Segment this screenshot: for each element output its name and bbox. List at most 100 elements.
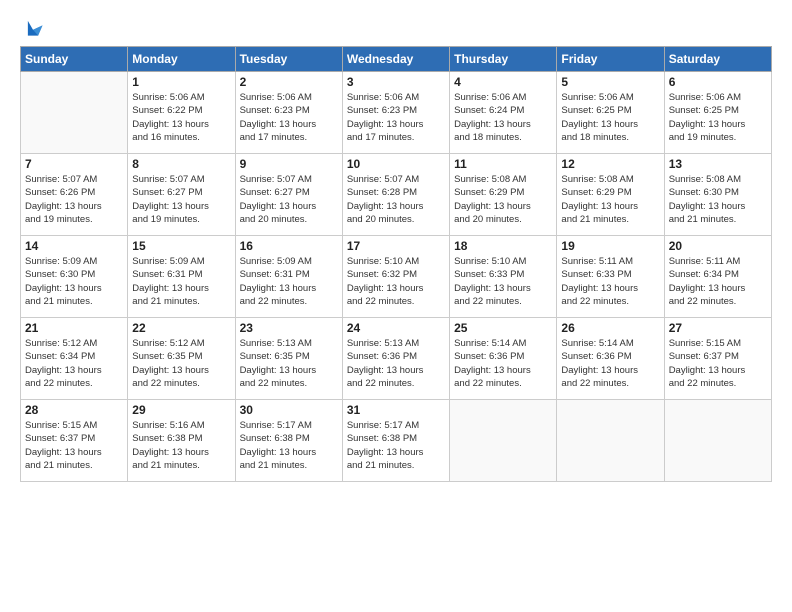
calendar-cell: [557, 400, 664, 482]
day-info: Sunrise: 5:06 AM Sunset: 6:23 PM Dayligh…: [347, 91, 445, 144]
day-info: Sunrise: 5:10 AM Sunset: 6:33 PM Dayligh…: [454, 255, 552, 308]
day-number: 22: [132, 321, 230, 335]
day-info: Sunrise: 5:06 AM Sunset: 6:22 PM Dayligh…: [132, 91, 230, 144]
day-number: 9: [240, 157, 338, 171]
day-info: Sunrise: 5:06 AM Sunset: 6:24 PM Dayligh…: [454, 91, 552, 144]
day-info: Sunrise: 5:06 AM Sunset: 6:25 PM Dayligh…: [561, 91, 659, 144]
day-info: Sunrise: 5:07 AM Sunset: 6:26 PM Dayligh…: [25, 173, 123, 226]
calendar-cell: 2Sunrise: 5:06 AM Sunset: 6:23 PM Daylig…: [235, 72, 342, 154]
calendar-cell: 16 Sunrise: 5:09 AM Sunset: 6:31 PM Dayli…: [235, 236, 342, 318]
day-number: 21: [25, 321, 123, 335]
calendar-cell: 4 Sunrise: 5:06 AM Sunset: 6:24 PM Daylig…: [450, 72, 557, 154]
day-info: Sunrise: 5:08 AM Sunset: 6:29 PM Dayligh…: [561, 173, 659, 226]
calendar-cell: 23Sunrise: 5:13 AM Sunset: 6:35 PM Dayli…: [235, 318, 342, 400]
day-number: 31: [347, 403, 445, 417]
day-number: 4: [454, 75, 552, 89]
logo: [20, 18, 44, 40]
day-info: Sunrise: 5:13 AM Sunset: 6:35 PM Dayligh…: [240, 337, 338, 390]
day-info: Sunrise: 5:06 AM Sunset: 6:23 PM Dayligh…: [240, 91, 338, 144]
calendar-cell: 13 Sunrise: 5:08 AM Sunset: 6:30 PM Dayli…: [664, 154, 771, 236]
day-number: 26: [561, 321, 659, 335]
weekday-header: Thursday: [450, 47, 557, 72]
day-info: Sunrise: 5:12 AM Sunset: 6:35 PM Dayligh…: [132, 337, 230, 390]
day-info: Sunrise: 5:07 AM Sunset: 6:28 PM Dayligh…: [347, 173, 445, 226]
day-number: 7: [25, 157, 123, 171]
calendar-cell: 9 Sunrise: 5:07 AM Sunset: 6:27 PM Daylig…: [235, 154, 342, 236]
day-number: 28: [25, 403, 123, 417]
weekday-row: SundayMondayTuesdayWednesdayThursdayFrid…: [21, 47, 772, 72]
day-info: Sunrise: 5:17 AM Sunset: 6:38 PM Dayligh…: [347, 419, 445, 472]
calendar-cell: 31 Sunrise: 5:17 AM Sunset: 6:38 PM Dayli…: [342, 400, 449, 482]
header: [20, 18, 772, 40]
day-info: Sunrise: 5:16 AM Sunset: 6:38 PM Dayligh…: [132, 419, 230, 472]
day-number: 18: [454, 239, 552, 253]
day-info: Sunrise: 5:15 AM Sunset: 6:37 PM Dayligh…: [669, 337, 767, 390]
calendar-cell: 3 Sunrise: 5:06 AM Sunset: 6:23 PM Daylig…: [342, 72, 449, 154]
calendar-week-row: 28 Sunrise: 5:15 AM Sunset: 6:37 PM Dayli…: [21, 400, 772, 482]
day-number: 30: [240, 403, 338, 417]
day-info: Sunrise: 5:08 AM Sunset: 6:30 PM Dayligh…: [669, 173, 767, 226]
calendar-cell: 5Sunrise: 5:06 AM Sunset: 6:25 PM Daylig…: [557, 72, 664, 154]
day-number: 8: [132, 157, 230, 171]
day-info: Sunrise: 5:09 AM Sunset: 6:31 PM Dayligh…: [132, 255, 230, 308]
calendar-cell: 22 Sunrise: 5:12 AM Sunset: 6:35 PM Dayli…: [128, 318, 235, 400]
calendar-week-row: 1 Sunrise: 5:06 AM Sunset: 6:22 PM Daylig…: [21, 72, 772, 154]
calendar-cell: 18 Sunrise: 5:10 AM Sunset: 6:33 PM Dayli…: [450, 236, 557, 318]
day-number: 3: [347, 75, 445, 89]
day-info: Sunrise: 5:06 AM Sunset: 6:25 PM Dayligh…: [669, 91, 767, 144]
weekday-header: Monday: [128, 47, 235, 72]
calendar-cell: 21 Sunrise: 5:12 AM Sunset: 6:34 PM Dayli…: [21, 318, 128, 400]
weekday-header: Friday: [557, 47, 664, 72]
day-info: Sunrise: 5:14 AM Sunset: 6:36 PM Dayligh…: [454, 337, 552, 390]
day-info: Sunrise: 5:12 AM Sunset: 6:34 PM Dayligh…: [25, 337, 123, 390]
calendar-cell: 28 Sunrise: 5:15 AM Sunset: 6:37 PM Dayli…: [21, 400, 128, 482]
page: SundayMondayTuesdayWednesdayThursdayFrid…: [0, 0, 792, 612]
calendar-week-row: 7 Sunrise: 5:07 AM Sunset: 6:26 PM Daylig…: [21, 154, 772, 236]
calendar-cell: [21, 72, 128, 154]
day-info: Sunrise: 5:15 AM Sunset: 6:37 PM Dayligh…: [25, 419, 123, 472]
day-info: Sunrise: 5:09 AM Sunset: 6:31 PM Dayligh…: [240, 255, 338, 308]
calendar-cell: 11Sunrise: 5:08 AM Sunset: 6:29 PM Dayli…: [450, 154, 557, 236]
day-number: 19: [561, 239, 659, 253]
day-number: 13: [669, 157, 767, 171]
day-info: Sunrise: 5:17 AM Sunset: 6:38 PM Dayligh…: [240, 419, 338, 472]
calendar-week-row: 21 Sunrise: 5:12 AM Sunset: 6:34 PM Dayli…: [21, 318, 772, 400]
weekday-header: Sunday: [21, 47, 128, 72]
weekday-header: Tuesday: [235, 47, 342, 72]
calendar-cell: 1 Sunrise: 5:06 AM Sunset: 6:22 PM Daylig…: [128, 72, 235, 154]
calendar-cell: 10 Sunrise: 5:07 AM Sunset: 6:28 PM Dayli…: [342, 154, 449, 236]
logo-icon: [22, 18, 44, 40]
day-number: 17: [347, 239, 445, 253]
calendar-week-row: 14Sunrise: 5:09 AM Sunset: 6:30 PM Dayli…: [21, 236, 772, 318]
day-number: 25: [454, 321, 552, 335]
calendar-header: SundayMondayTuesdayWednesdayThursdayFrid…: [21, 47, 772, 72]
day-number: 16: [240, 239, 338, 253]
day-number: 6: [669, 75, 767, 89]
day-number: 24: [347, 321, 445, 335]
day-number: 20: [669, 239, 767, 253]
calendar-table: SundayMondayTuesdayWednesdayThursdayFrid…: [20, 46, 772, 482]
calendar-cell: 27 Sunrise: 5:15 AM Sunset: 6:37 PM Dayli…: [664, 318, 771, 400]
day-number: 12: [561, 157, 659, 171]
calendar-cell: 8Sunrise: 5:07 AM Sunset: 6:27 PM Daylig…: [128, 154, 235, 236]
calendar-cell: 25 Sunrise: 5:14 AM Sunset: 6:36 PM Dayli…: [450, 318, 557, 400]
weekday-header: Wednesday: [342, 47, 449, 72]
calendar-cell: [450, 400, 557, 482]
day-info: Sunrise: 5:14 AM Sunset: 6:36 PM Dayligh…: [561, 337, 659, 390]
calendar-cell: 29 Sunrise: 5:16 AM Sunset: 6:38 PM Dayli…: [128, 400, 235, 482]
calendar-cell: 17 Sunrise: 5:10 AM Sunset: 6:32 PM Dayli…: [342, 236, 449, 318]
day-number: 10: [347, 157, 445, 171]
calendar-cell: 6 Sunrise: 5:06 AM Sunset: 6:25 PM Daylig…: [664, 72, 771, 154]
calendar-body: 1 Sunrise: 5:06 AM Sunset: 6:22 PM Daylig…: [21, 72, 772, 482]
day-info: Sunrise: 5:11 AM Sunset: 6:33 PM Dayligh…: [561, 255, 659, 308]
day-info: Sunrise: 5:10 AM Sunset: 6:32 PM Dayligh…: [347, 255, 445, 308]
calendar-cell: 30 Sunrise: 5:17 AM Sunset: 6:38 PM Dayli…: [235, 400, 342, 482]
day-number: 29: [132, 403, 230, 417]
calendar-cell: 20 Sunrise: 5:11 AM Sunset: 6:34 PM Dayli…: [664, 236, 771, 318]
day-number: 1: [132, 75, 230, 89]
day-info: Sunrise: 5:07 AM Sunset: 6:27 PM Dayligh…: [240, 173, 338, 226]
day-number: 11: [454, 157, 552, 171]
day-number: 27: [669, 321, 767, 335]
calendar-cell: 12 Sunrise: 5:08 AM Sunset: 6:29 PM Dayli…: [557, 154, 664, 236]
day-info: Sunrise: 5:11 AM Sunset: 6:34 PM Dayligh…: [669, 255, 767, 308]
